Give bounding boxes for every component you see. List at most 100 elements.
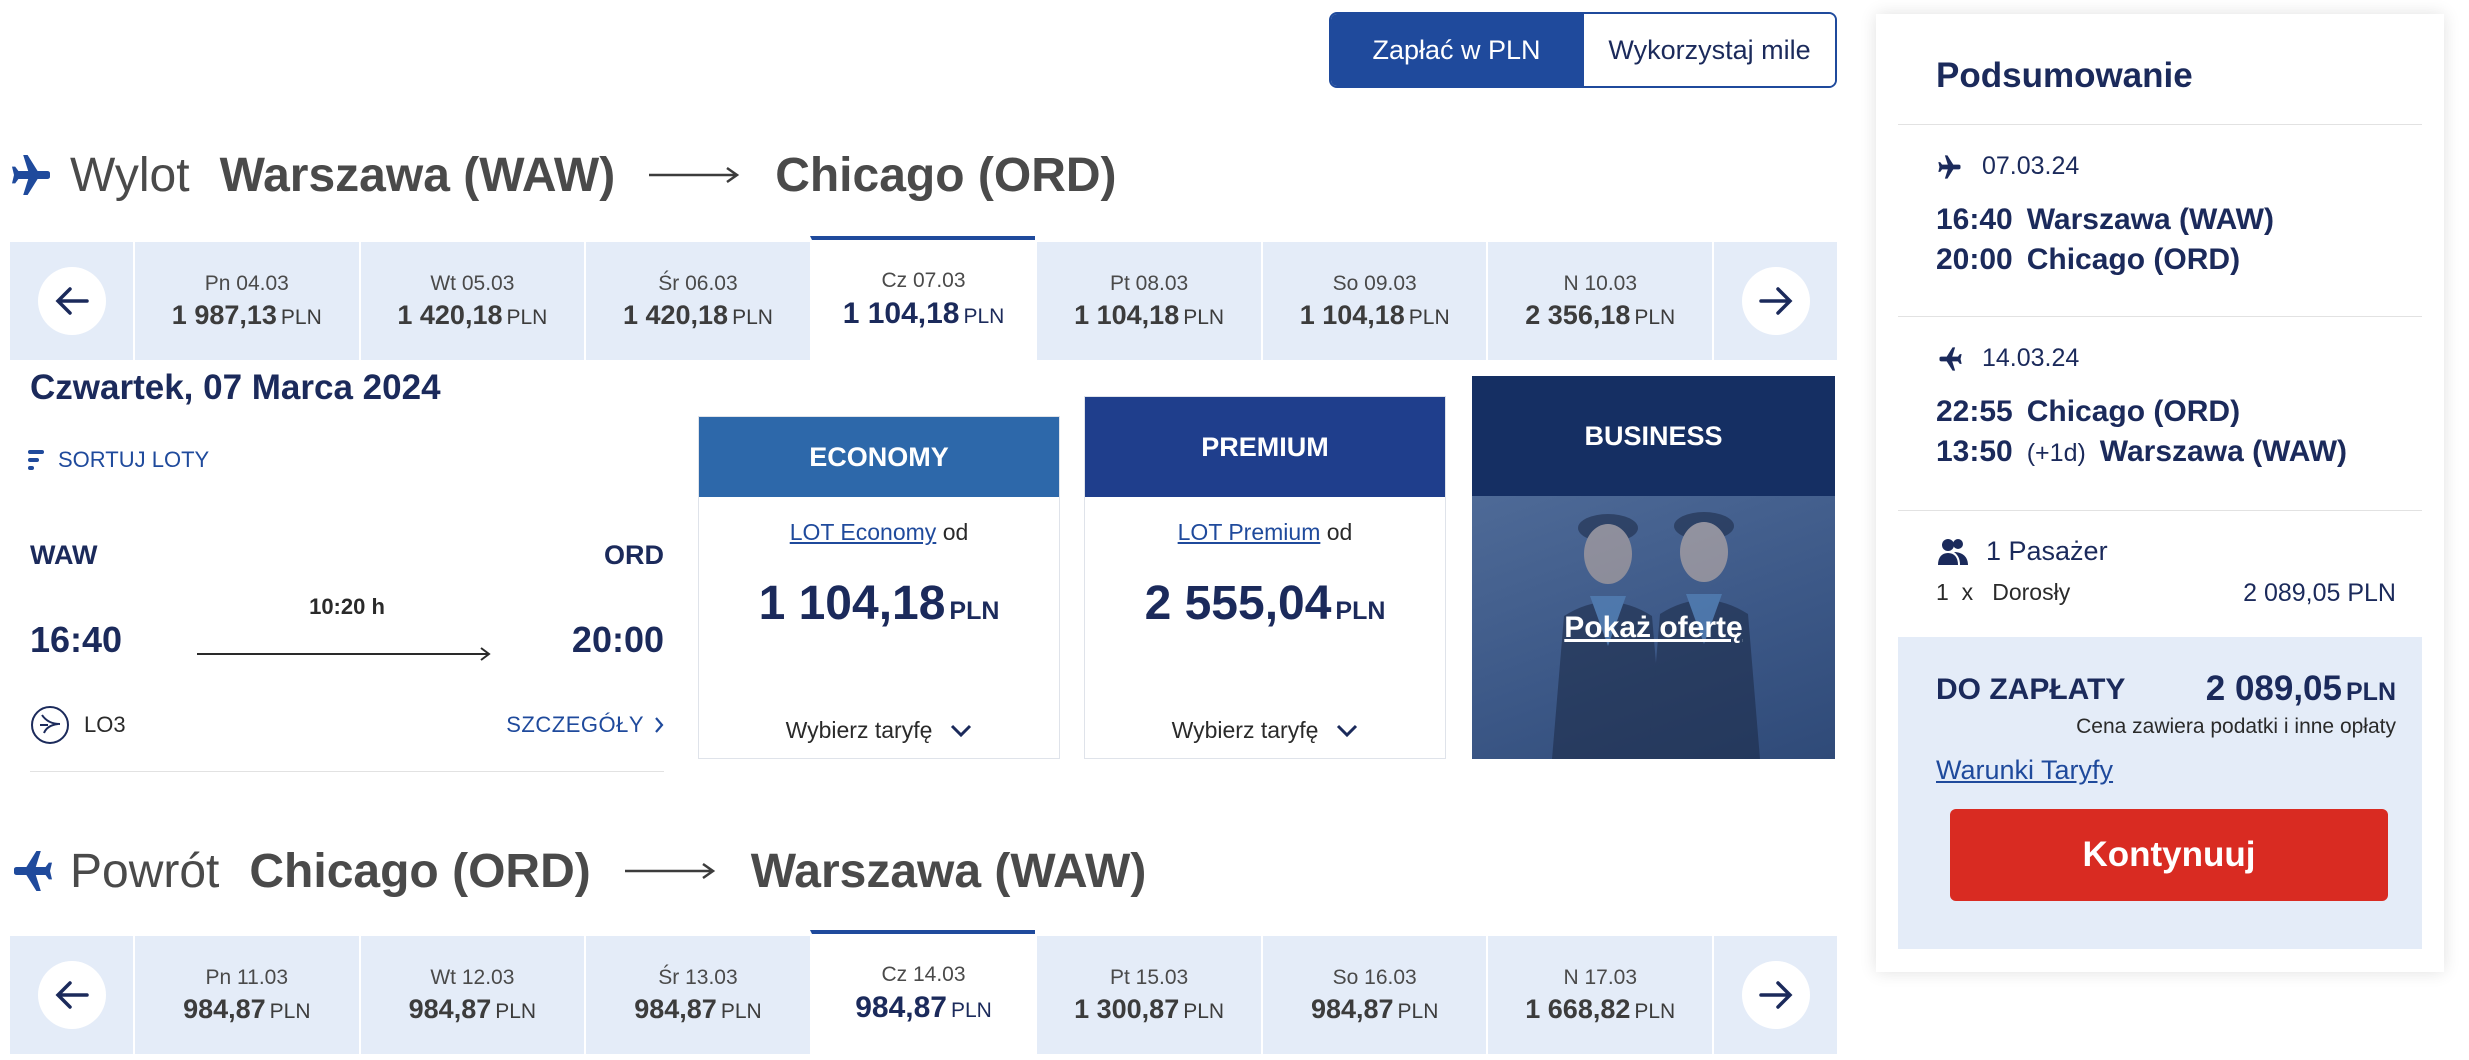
- flight-origin-code: WAW: [30, 540, 98, 570]
- outbound-day-4[interactable]: Pt 08.03 1 104,18 PLN: [1035, 242, 1261, 360]
- lot-economy-link[interactable]: LOT Economy: [790, 519, 937, 545]
- summary-outbound-dep-city: Warszawa (WAW): [2026, 203, 2274, 236]
- summary-outbound-arr-city: Chicago (ORD): [2026, 243, 2241, 276]
- summary-outbound-date: 07.03.24: [1982, 152, 2080, 180]
- amount-due-currency: PLN: [2346, 678, 2396, 706]
- sort-icon: [28, 450, 44, 470]
- economy-fare-card[interactable]: ECONOMY LOT Economy od 1 104,18 PLN Wybie…: [698, 416, 1060, 759]
- sort-flights-label: SORTUJ LOTY: [58, 447, 210, 472]
- day-price-currency: PLN: [1183, 999, 1225, 1023]
- amount-due-value: 2 089,05: [2205, 669, 2342, 708]
- day-price: 1 668,82 PLN: [1525, 994, 1675, 1025]
- business-crew-photo: Pokaż ofertę: [1472, 496, 1835, 759]
- outbound-day-3[interactable]: Cz 07.03 1 104,18 PLN: [809, 236, 1036, 360]
- route-arrow-icon: [649, 166, 740, 184]
- summary-inbound-date: 14.03.24: [1982, 344, 2080, 372]
- economy-choose-fare-button[interactable]: Wybierz taryfę: [699, 717, 1059, 744]
- inbound-origin: Chicago (ORD): [249, 844, 591, 898]
- flight-option[interactable]: WAW ORD 16:40 10:20 h 20:00 LO3 SZCZEGÓŁ…: [30, 540, 664, 772]
- day-price-currency: PLN: [963, 305, 1005, 328]
- day-price-value: 1 104,18: [1299, 299, 1405, 330]
- plane-departure-icon: [1938, 154, 1961, 179]
- flight-departure-time: 16:40: [30, 619, 123, 660]
- day-price-value: 1 987,13: [171, 299, 277, 330]
- day-price-currency: PLN: [1634, 305, 1676, 329]
- day-price-value: 1 420,18: [622, 299, 729, 330]
- arrow-left-icon[interactable]: [37, 267, 106, 335]
- economy-price-value: 1 104,18: [758, 577, 946, 630]
- outbound-route-header: Wylot Warszawa (WAW) Chicago (ORD): [8, 140, 1117, 210]
- premium-fare-card[interactable]: PREMIUM LOT Premium od 2 555,04 PLN Wybie…: [1084, 396, 1446, 759]
- outbound-day-5[interactable]: So 09.03 1 104,18 PLN: [1260, 242, 1487, 360]
- lot-premium-link[interactable]: LOT Premium: [1178, 519, 1321, 545]
- day-price-value: 984,87: [855, 991, 947, 1024]
- day-label: Pn 04.03: [204, 271, 289, 295]
- day-price-value: 1 104,18: [842, 297, 960, 330]
- summary-panel: Podsumowanie 07.03.24 16:40 Warszawa (WAW…: [1876, 14, 2444, 972]
- summary-divider: [1898, 510, 2422, 511]
- outbound-prev-dates: [10, 242, 133, 360]
- arrow-right-icon[interactable]: [1741, 267, 1810, 335]
- amount-due-label: DO ZAPŁATY: [1936, 673, 2126, 706]
- passenger-count: 1: [1936, 579, 1949, 605]
- premium-price-value: 2 555,04: [1144, 577, 1332, 630]
- arrow-left-icon[interactable]: [37, 961, 106, 1029]
- premium-price: 2 555,04 PLN: [1085, 576, 1445, 631]
- economy-choose-fare-label: Wybierz taryfę: [785, 717, 933, 743]
- outbound-day-6[interactable]: N 10.03 2 356,18 PLN: [1486, 242, 1715, 360]
- use-miles-button[interactable]: Wykorzystaj mile: [1582, 14, 1835, 86]
- summary-outbound-dep-time: 16:40: [1936, 203, 2013, 236]
- pay-in-pln-button[interactable]: Zapłać w PLN: [1331, 14, 1582, 86]
- day-price-currency: PLN: [1634, 999, 1676, 1023]
- amount-due-total: 2 089,05 PLN: [2206, 669, 2396, 709]
- day-price: 1 987,13 PLN: [172, 300, 322, 331]
- outbound-day-2[interactable]: Śr 06.03 1 420,18 PLN: [584, 242, 810, 360]
- lot-airline-logo-icon: [31, 706, 69, 744]
- inbound-day-6[interactable]: N 17.03 1 668,82 PLN: [1486, 936, 1715, 1054]
- day-price-currency: PLN: [732, 305, 773, 329]
- day-label: Śr 06.03: [658, 271, 738, 295]
- inbound-day-5[interactable]: So 16.03 984,87 PLN: [1260, 936, 1487, 1054]
- continue-button[interactable]: Kontynuuj: [1950, 809, 2388, 901]
- day-label: So 16.03: [1332, 965, 1417, 989]
- arrow-right-icon[interactable]: [1741, 961, 1810, 1029]
- summary-outbound-arr-time: 20:00: [1936, 243, 2013, 276]
- sort-flights-button[interactable]: SORTUJ LOTY: [28, 447, 209, 473]
- summary-payment-box: DO ZAPŁATY 2 089,05 PLN Cena zawiera poda…: [1898, 637, 2422, 949]
- fare-terms-link[interactable]: Warunki Taryfy: [1936, 755, 2113, 786]
- inbound-day-3[interactable]: Cz 14.03 984,87 PLN: [809, 930, 1036, 1054]
- day-label: Pt 08.03: [1109, 271, 1189, 295]
- flight-arrival-time: 20:00: [571, 619, 664, 660]
- summary-divider: [1898, 316, 2422, 317]
- outbound-days: Pn 04.03 1 987,13 PLN Wt 05.03 1 420,18 PLN Śr…: [133, 236, 1715, 360]
- inbound-day-1[interactable]: Wt 12.03 984,87 PLN: [358, 936, 585, 1054]
- inbound-day-2[interactable]: Śr 13.03 984,87 PLN: [584, 936, 810, 1054]
- outbound-day-0[interactable]: Pn 04.03 1 987,13 PLN: [133, 242, 359, 360]
- flight-line-arrow-icon: [197, 647, 491, 661]
- price-includes-taxes-note: Cena zawiera podatki i inne opłaty: [2076, 715, 2396, 738]
- day-label: Pn 11.03: [205, 965, 289, 989]
- day-price-value: 1 104,18: [1074, 299, 1180, 330]
- business-fare-card[interactable]: BUSINESS Pokaż ofertę: [1472, 376, 1835, 759]
- outbound-destination: Chicago (ORD): [775, 148, 1117, 202]
- inbound-day-0[interactable]: Pn 11.03 984,87 PLN: [133, 936, 359, 1054]
- day-price-value: 984,87: [183, 993, 266, 1024]
- day-price-currency: PLN: [720, 999, 762, 1023]
- day-price: 1 420,18 PLN: [397, 300, 547, 331]
- outbound-label: Wylot: [70, 148, 190, 202]
- day-label: Wt 12.03: [430, 965, 515, 989]
- day-price: 984,87 PLN: [183, 994, 310, 1025]
- inbound-day-4[interactable]: Pt 15.03 1 300,87 PLN: [1035, 936, 1261, 1054]
- flight-details-link[interactable]: SZCZEGÓŁY: [506, 712, 664, 738]
- day-label: Śr 13.03: [658, 965, 738, 989]
- economy-price-currency: PLN: [949, 597, 1000, 625]
- outbound-day-1[interactable]: Wt 05.03 1 420,18 PLN: [358, 242, 585, 360]
- day-price: 1 104,18 PLN: [1074, 300, 1224, 331]
- summary-outbound-leg: 07.03.24 16:40 Warszawa (WAW) 20:00 Chicag…: [1936, 152, 2274, 277]
- premium-choose-fare-button[interactable]: Wybierz taryfę: [1085, 717, 1445, 744]
- show-offer-link[interactable]: Pokaż ofertę: [1564, 611, 1742, 645]
- flight-details-label: SZCZEGÓŁY: [506, 712, 644, 737]
- day-label: N 10.03: [1563, 271, 1638, 295]
- day-price-currency: PLN: [1183, 305, 1225, 329]
- route-arrow-icon: [624, 862, 715, 880]
